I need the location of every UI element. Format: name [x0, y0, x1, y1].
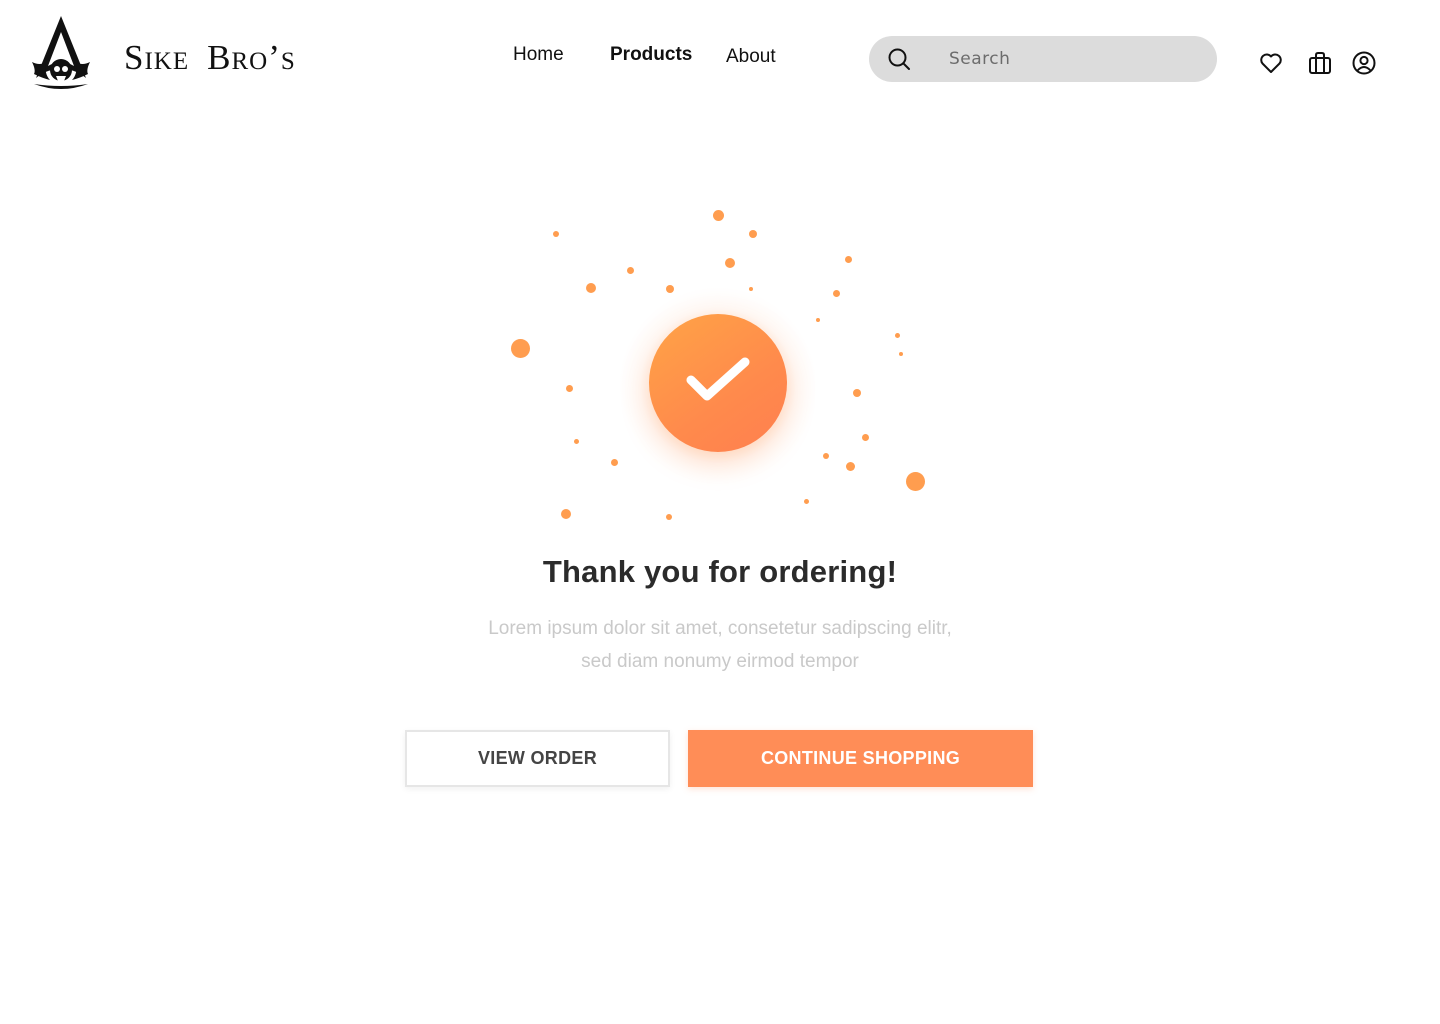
- search-bar[interactable]: [869, 36, 1217, 82]
- confirmation-title: Thank you for ordering!: [542, 554, 898, 589]
- search-input[interactable]: [949, 44, 1199, 74]
- continue-shopping-button[interactable]: CONTINUE SHOPPING: [688, 730, 1033, 787]
- logo-icon[interactable]: [28, 14, 94, 90]
- search-icon[interactable]: [887, 47, 911, 71]
- check-icon: [686, 357, 750, 401]
- confetti-dot: [853, 389, 861, 397]
- confetti-dot: [749, 230, 757, 238]
- confetti-dot: [804, 499, 809, 504]
- confetti-dot: [566, 385, 573, 392]
- confetti-dot: [899, 352, 903, 356]
- site-header: Sike Bro’s Home Products About: [0, 0, 1440, 120]
- confetti-dot: [816, 318, 820, 322]
- confirmation-subtitle-line-2: sed diam nonumy eirmod tempor: [581, 651, 859, 672]
- confetti-dot: [725, 258, 735, 268]
- user-circle-icon[interactable]: [1351, 50, 1377, 76]
- nav-about[interactable]: About: [726, 46, 776, 68]
- shopping-bag-icon[interactable]: [1307, 50, 1333, 76]
- nav-home[interactable]: Home: [513, 44, 564, 66]
- confetti-dot: [586, 283, 596, 293]
- brand-name[interactable]: Sike Bro’s: [124, 38, 296, 78]
- confetti-dot: [906, 472, 925, 491]
- order-success-illustration: [490, 190, 950, 540]
- nav-products[interactable]: Products: [610, 44, 692, 66]
- confetti-dot: [553, 231, 559, 237]
- confetti-dot: [833, 290, 840, 297]
- confetti-dot: [862, 434, 869, 441]
- confetti-dot: [611, 459, 618, 466]
- heart-icon[interactable]: [1258, 50, 1284, 76]
- confetti-dot: [574, 439, 579, 444]
- confetti-dot: [627, 267, 634, 274]
- confetti-dot: [823, 453, 829, 459]
- confetti-dot: [666, 285, 674, 293]
- confetti-dot: [845, 256, 852, 263]
- view-order-button[interactable]: VIEW ORDER: [405, 730, 670, 787]
- confetti-dot: [846, 462, 855, 471]
- success-badge: [649, 314, 787, 452]
- brand-word-1: Sike: [124, 38, 190, 77]
- confetti-dot: [713, 210, 724, 221]
- confetti-dot: [666, 514, 672, 520]
- confetti-dot: [561, 509, 571, 519]
- confirmation-subtitle-line-1: Lorem ipsum dolor sit amet, consetetur s…: [488, 618, 952, 639]
- brand-word-2: Bro’s: [207, 38, 296, 77]
- confetti-dot: [895, 333, 900, 338]
- confetti-dot: [511, 339, 530, 358]
